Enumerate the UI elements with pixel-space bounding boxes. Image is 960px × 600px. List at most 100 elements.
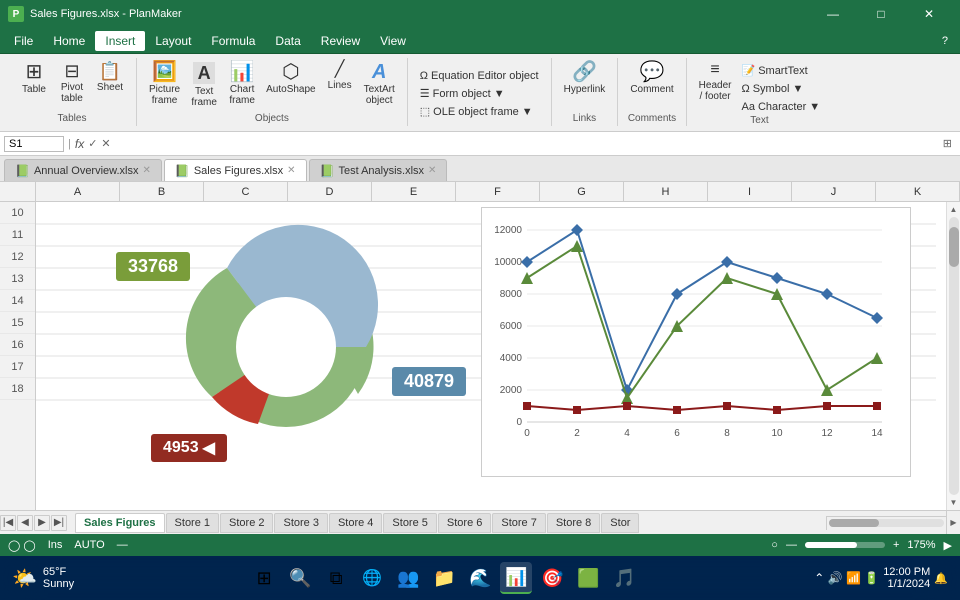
row-10[interactable]: 10 [0, 202, 35, 224]
col-header-k[interactable]: K [876, 182, 960, 201]
col-header-i[interactable]: I [708, 182, 792, 201]
col-header-d[interactable]: D [288, 182, 372, 201]
smart-text-button[interactable]: 📝 SmartText [737, 62, 824, 79]
taskview-button[interactable]: ⧉ [320, 562, 352, 594]
start-button[interactable]: ⊞ [248, 562, 280, 594]
explorer-button[interactable]: 📁 [428, 562, 460, 594]
pivot-table-button[interactable]: ⊟ Pivottable [54, 60, 90, 106]
row-16[interactable]: 16 [0, 334, 35, 356]
scroll-thumb-h[interactable] [829, 519, 879, 527]
table-button[interactable]: ⊞ Table [16, 60, 52, 97]
sheet-first-btn[interactable]: |◀ [0, 515, 16, 531]
status-minus-icon[interactable]: — [786, 539, 797, 551]
character-button[interactable]: Aa Character ▼ [737, 99, 824, 115]
sheet-tab-store8[interactable]: Store 8 [547, 513, 600, 533]
notification-icon[interactable]: 🔔 [934, 572, 948, 585]
planmaker-taskbar-btn[interactable]: 📊 [500, 562, 532, 594]
scrollbar-horizontal[interactable] [826, 516, 946, 530]
hyperlink-button[interactable]: 🔗 Hyperlink [560, 60, 610, 97]
sheet-prev-btn[interactable]: ◀ [17, 515, 33, 531]
app6-button[interactable]: 🎯 [536, 562, 568, 594]
row-11[interactable]: 11 [0, 224, 35, 246]
textart-button[interactable]: A TextArtobject [360, 60, 399, 108]
menu-file[interactable]: File [4, 31, 43, 51]
col-header-j[interactable]: J [792, 182, 876, 201]
sheet-tab-sales-figures[interactable]: Sales Figures [75, 513, 165, 533]
cancel-icon[interactable]: ✕ [101, 137, 110, 150]
teams-button[interactable]: 👥 [392, 562, 424, 594]
menu-insert[interactable]: Insert [95, 31, 145, 51]
scroll-down-arrow[interactable]: ▼ [949, 497, 959, 508]
picture-frame-button[interactable]: 🖼️ Pictureframe [145, 60, 184, 108]
tab-close-test[interactable]: ✕ [428, 165, 436, 176]
autoshape-button[interactable]: ⬡ AutoShape [262, 60, 320, 97]
tab-close-sales[interactable]: ✕ [287, 165, 295, 176]
comment-button[interactable]: 💬 Comment [626, 60, 677, 97]
row-12[interactable]: 12 [0, 246, 35, 268]
help-button[interactable]: ? [934, 35, 956, 47]
col-header-c[interactable]: C [204, 182, 288, 201]
row-18[interactable]: 18 [0, 378, 35, 400]
menu-formula[interactable]: Formula [201, 31, 265, 51]
check-icon[interactable]: ✓ [88, 137, 97, 150]
scroll-up-arrow[interactable]: ▲ [949, 204, 959, 215]
tab-annual-overview[interactable]: 📗 Annual Overview.xlsx ✕ [4, 159, 162, 181]
col-header-h[interactable]: H [624, 182, 708, 201]
col-header-a[interactable]: A [36, 182, 120, 201]
app8-button[interactable]: 🎵 [608, 562, 640, 594]
menu-view[interactable]: View [370, 31, 416, 51]
menu-review[interactable]: Review [311, 31, 370, 51]
tab-scroll-icon[interactable]: ▶ [946, 511, 960, 535]
sheet-button[interactable]: 📋 Sheet [92, 60, 128, 95]
formula-expand-icon[interactable]: ⊞ [939, 137, 956, 150]
close-button[interactable]: ✕ [906, 0, 952, 28]
ole-frame-button[interactable]: ⬚ OLE object frame ▼ [416, 103, 543, 120]
col-header-g[interactable]: G [540, 182, 624, 201]
sheet-tab-store2[interactable]: Store 2 [220, 513, 273, 533]
maximize-button[interactable]: □ [858, 0, 904, 28]
tab-close-annual[interactable]: ✕ [143, 165, 151, 176]
status-plus-icon[interactable]: + [893, 539, 899, 551]
menu-home[interactable]: Home [43, 31, 95, 51]
sheet-tab-store7[interactable]: Store 7 [492, 513, 545, 533]
text-frame-button[interactable]: A Textframe [186, 60, 222, 110]
header-footer-button[interactable]: ≡ Header/ footer [695, 60, 736, 104]
status-arrow-icon[interactable]: ▶ [944, 539, 952, 552]
sheet-tab-store5[interactable]: Store 5 [383, 513, 436, 533]
sheet-tab-stor[interactable]: Stor [601, 513, 639, 533]
menu-layout[interactable]: Layout [145, 31, 201, 51]
tab-sales-figures[interactable]: 📗 Sales Figures.xlsx ✕ [164, 159, 307, 181]
formula-input[interactable] [115, 138, 935, 150]
search-button[interactable]: 🔍 [284, 562, 316, 594]
chart-frame-button[interactable]: 📊 Chartframe [224, 60, 260, 108]
cell-reference-input[interactable] [4, 136, 64, 152]
equation-editor-button[interactable]: Ω Equation Editor object [416, 68, 543, 84]
time: 12:00 PM [883, 566, 930, 578]
col-header-f[interactable]: F [456, 182, 540, 201]
col-header-e[interactable]: E [372, 182, 456, 201]
row-15[interactable]: 15 [0, 312, 35, 334]
tab-test-analysis[interactable]: 📗 Test Analysis.xlsx ✕ [309, 159, 448, 181]
form-object-button[interactable]: ☰ Form object ▼ [416, 85, 543, 102]
row-14[interactable]: 14 [0, 290, 35, 312]
sheet-tab-store6[interactable]: Store 6 [438, 513, 491, 533]
edge-button[interactable]: 🌐 [356, 562, 388, 594]
row-13[interactable]: 13 [0, 268, 35, 290]
zoom-slider[interactable] [805, 542, 885, 548]
app7-button[interactable]: 🟩 [572, 562, 604, 594]
scroll-thumb-v[interactable] [949, 227, 959, 267]
lines-button[interactable]: ╱ Lines [322, 60, 358, 93]
sheet-tab-store4[interactable]: Store 4 [329, 513, 382, 533]
sheet-last-btn[interactable]: ▶| [51, 515, 67, 531]
col-header-b[interactable]: B [120, 182, 204, 201]
row-17[interactable]: 17 [0, 356, 35, 378]
sheet-next-btn[interactable]: ▶ [34, 515, 50, 531]
browser-icon[interactable]: 🌊 [464, 562, 496, 594]
minimize-button[interactable]: — [810, 0, 856, 28]
cells-area[interactable]: 33768 40879 4953 ◀ 12000 10000 [36, 202, 946, 510]
symbol-button[interactable]: Ω Symbol ▼ [737, 81, 824, 97]
scrollbar-vertical[interactable]: ▲ ▼ [946, 202, 960, 510]
sheet-tab-store1[interactable]: Store 1 [166, 513, 219, 533]
sheet-tab-store3[interactable]: Store 3 [274, 513, 327, 533]
menu-data[interactable]: Data [265, 31, 310, 51]
